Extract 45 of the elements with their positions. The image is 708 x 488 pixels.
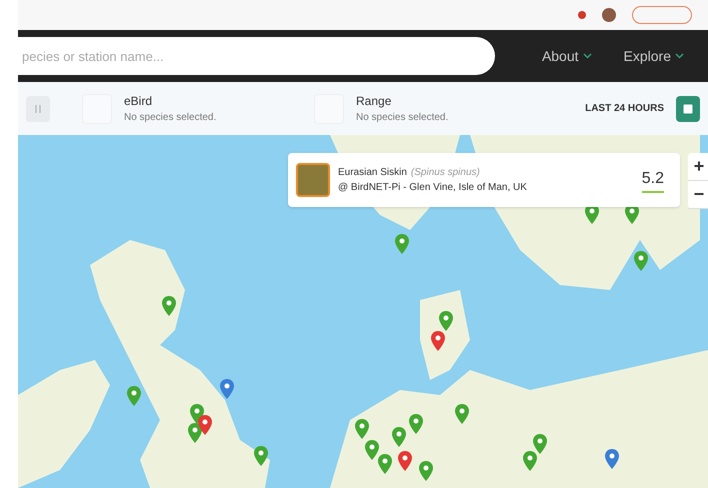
chevron-down-icon (582, 53, 592, 59)
map-pin-icon[interactable] (605, 449, 619, 469)
map-pin-icon[interactable] (523, 451, 537, 471)
browser-pill-button[interactable] (632, 6, 692, 24)
species-scientific-name: (Spinus spinus) (410, 166, 480, 180)
detection-score: 5.2 (642, 167, 664, 193)
filter-status: No species selected. (356, 111, 448, 125)
map-pin-icon[interactable] (419, 461, 433, 481)
map-pin-icon[interactable] (198, 415, 212, 435)
map-pin-icon[interactable] (634, 251, 648, 271)
filter-title: eBird (124, 93, 154, 110)
filter-status: No species selected. (124, 111, 216, 125)
map[interactable]: Eurasian Siskin (Spinus spinus) @ BirdNET-Pi - Glen Vine, Isle of Man, UK 5.2 + − (18, 135, 708, 488)
map-pin-icon[interactable] (220, 379, 234, 399)
map-pin-icon[interactable] (365, 440, 379, 460)
map-pin-icon[interactable] (439, 311, 453, 331)
time-range-label: LAST 24 HOURS (585, 102, 664, 116)
filter-title: Range (356, 93, 392, 110)
search-field[interactable]: pecies or station name... (18, 37, 495, 75)
map-pin-icon[interactable] (409, 414, 423, 434)
nav-menu-button[interactable]: About (526, 46, 608, 66)
map-pin-icon[interactable] (254, 446, 268, 466)
map-pin-icon[interactable] (355, 419, 369, 439)
chevron-down-icon (675, 53, 684, 59)
map-pin-icon[interactable] (431, 331, 445, 351)
calendar-button[interactable] (676, 96, 700, 122)
sort-button[interactable] (26, 96, 50, 122)
map-pin-icon[interactable] (162, 296, 176, 316)
station-name: @ BirdNET-Pi - Glen Vine, Isle of Man, UK (338, 181, 528, 195)
nav-menu-button[interactable]: Explore (608, 46, 700, 66)
map-pin-icon[interactable] (392, 427, 406, 447)
map-pin-icon[interactable] (398, 451, 412, 471)
bird-photo-placeholder (296, 163, 330, 197)
zoom-button[interactable]: − (688, 181, 708, 209)
species-common-name: Eurasian Siskin (338, 166, 407, 180)
browser-toolbar-icon[interactable] (578, 11, 586, 19)
map-pin-icon[interactable] (378, 454, 392, 474)
map-pin-icon[interactable] (455, 404, 469, 424)
map-pin-icon[interactable] (188, 423, 202, 443)
map-pin-icon[interactable] (533, 434, 547, 454)
map-pin-icon[interactable] (127, 386, 141, 406)
zoom-button[interactable]: + (688, 153, 708, 181)
map-pin-icon[interactable] (395, 234, 409, 254)
avatar-icon[interactable] (602, 8, 616, 22)
detection-card[interactable]: Eurasian Siskin (Spinus spinus) @ BirdNET-Pi - Glen Vine, Isle of Man, UK 5.2 (288, 153, 680, 207)
